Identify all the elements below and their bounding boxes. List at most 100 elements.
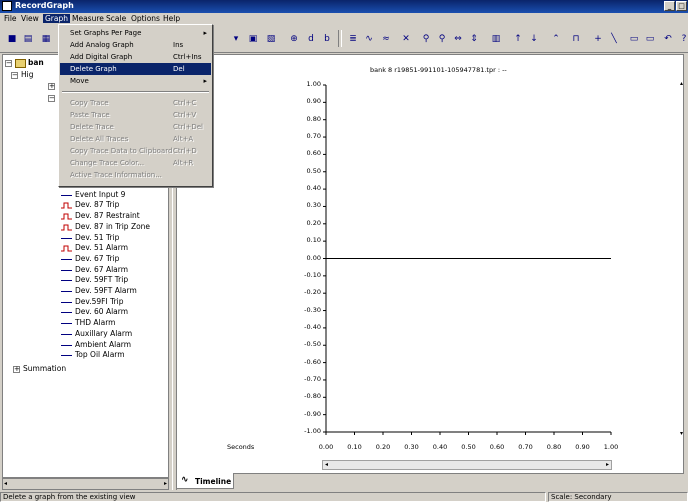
peak-icon[interactable]: ⌃ (548, 31, 564, 46)
tree-item[interactable]: Dev. 87 Restraint (61, 211, 140, 220)
line-tool-icon[interactable]: ╲ (606, 31, 622, 46)
print-icon[interactable]: ▭ (626, 31, 642, 46)
submenu-arrow-icon: ▸ (203, 29, 207, 37)
menu-item[interactable]: Add Digital Graph Ctrl+Ins (60, 51, 211, 63)
menu-options[interactable]: Options (131, 14, 160, 23)
analog-line-icon (61, 288, 72, 294)
menu-item-label: Copy Trace Data to Clipboard (70, 147, 173, 155)
expand-summation-icon[interactable]: + (13, 366, 20, 373)
menu-item-label: Delete All Traces (70, 135, 129, 143)
chart-icon[interactable]: ▣ (245, 31, 261, 46)
tab-timeline[interactable]: ∿ Timeline (176, 473, 234, 489)
menu-help[interactable]: Help (163, 14, 180, 23)
tree-horizontal-scrollbar[interactable]: ◂ ▸ (2, 478, 169, 490)
help-icon[interactable]: ? (676, 31, 688, 46)
scroll-left-icon[interactable]: ◂ (325, 461, 328, 468)
cursor-b-icon[interactable]: b (319, 31, 335, 46)
marker-icon[interactable]: ⊓ (568, 31, 584, 46)
y-tick-label: 0.00 (306, 253, 321, 262)
menu-file[interactable]: File (4, 14, 17, 23)
graph-plot[interactable] (176, 54, 684, 474)
zoom-out-icon[interactable]: ⚲ (434, 31, 450, 46)
scroll-right-icon[interactable]: ▸ (606, 461, 609, 468)
expand-group-icon[interactable]: + (48, 83, 55, 90)
undo-icon[interactable]: ↶ (660, 31, 676, 46)
tree-item-label: Dev. 59FT Alarm (75, 286, 137, 295)
tree-item[interactable]: Dev. 87 Trip (61, 200, 119, 209)
menu-separator (62, 91, 209, 93)
scroll-up-icon[interactable]: ▴ (680, 80, 683, 87)
crosshair-icon[interactable]: ⊕ (286, 31, 302, 46)
tree-item[interactable]: Event Input 9 (61, 190, 125, 199)
tree-item[interactable]: Dev.59FI Trip (61, 297, 124, 306)
minimize-button[interactable]: _ (664, 1, 675, 11)
menu-item-shortcut: Ctrl+D (173, 147, 197, 155)
delete-trace-icon[interactable]: ✕ (398, 31, 414, 46)
tree-item[interactable]: Dev. 67 Alarm (61, 265, 128, 274)
collapse-group-icon[interactable]: − (48, 95, 55, 102)
tree-item[interactable]: Dev. 51 Trip (61, 233, 119, 242)
autoscale-icon[interactable]: ▥ (488, 31, 504, 46)
tree-item[interactable]: Dev. 59FT Trip (61, 275, 128, 284)
zoom-y-icon[interactable]: ⇕ (466, 31, 482, 46)
cursor-d-icon[interactable]: d (303, 31, 319, 46)
menu-item[interactable]: Delete Graph Del (60, 63, 211, 75)
menu-item[interactable]: Add Analog Graph Ins (60, 39, 211, 51)
x-axis-title: Seconds (227, 443, 255, 451)
y-tick-label: 0.60 (306, 149, 321, 158)
cursor-up-icon[interactable]: ↑ (510, 31, 526, 46)
menu-item: Active Trace Information... (60, 169, 211, 181)
tree-item-label: Event Input 9 (75, 189, 126, 199)
graph-horizontal-scrollbar[interactable]: ◂ ▸ (322, 460, 612, 470)
expand-root-icon[interactable]: − (5, 60, 12, 67)
scroll-left-icon[interactable]: ◂ (4, 480, 7, 487)
digital-trace-icon[interactable]: ≈ (378, 31, 394, 46)
menu-item[interactable]: Move ▸ (60, 75, 211, 87)
tree-item-label: Dev. 67 Alarm (75, 264, 129, 274)
add-cursor-icon[interactable]: + (590, 31, 606, 46)
menu-scale[interactable]: Scale (106, 14, 126, 23)
zoom-in-icon[interactable]: ⚲ (418, 31, 434, 46)
analog-line-icon (61, 267, 72, 273)
y-tick-label: 0.50 (306, 166, 321, 175)
scroll-right-icon[interactable]: ▸ (164, 480, 167, 487)
tree-item[interactable]: Top Oil Alarm (61, 350, 125, 359)
tree-item[interactable]: Dev. 59FT Alarm (61, 286, 137, 295)
chart-grid-icon[interactable]: ▧ (263, 31, 279, 46)
tree-summation[interactable]: Summation (23, 364, 66, 373)
menu-view[interactable]: View (21, 14, 39, 23)
y-tick-label: -0.50 (304, 340, 321, 349)
save-icon[interactable]: ■ (4, 31, 20, 46)
tree-item[interactable]: Dev. 60 Alarm (61, 307, 128, 316)
tree-item[interactable]: Auxillary Alarm (61, 329, 132, 338)
cursor-down-icon[interactable]: ↓ (526, 31, 542, 46)
dropdown-arrow-icon[interactable]: ▾ (228, 31, 244, 46)
tree-item[interactable]: THD Alarm (61, 318, 115, 327)
tree-child[interactable]: Hig (21, 70, 33, 79)
toolbar-button-3[interactable]: ▦ (38, 31, 54, 46)
tree-item[interactable]: Dev. 87 in Trip Zone (61, 222, 150, 231)
y-tick-label: 0.70 (306, 132, 321, 141)
x-tick-label: 0.80 (546, 443, 562, 451)
graph-view-icon[interactable]: ▤ (20, 31, 36, 46)
analog-line-icon (61, 331, 72, 337)
zoom-x-icon[interactable]: ⇔ (450, 31, 466, 46)
y-tick-label: -0.30 (304, 305, 321, 314)
analog-line-icon (61, 192, 72, 198)
tree-item[interactable]: Dev. 51 Alarm (61, 243, 128, 252)
y-tick-label: -0.40 (304, 322, 321, 331)
analog-line-icon (61, 352, 72, 358)
menu-item[interactable]: Set Graphs Per Page ▸ (60, 27, 211, 39)
menu-graph[interactable]: Graph (43, 14, 71, 23)
trace-list-icon[interactable]: ≣ (345, 31, 361, 46)
tree-root[interactable]: ban (15, 58, 44, 68)
analog-trace-icon[interactable]: ∿ (361, 31, 377, 46)
scroll-down-icon[interactable]: ▾ (680, 430, 683, 437)
expand-child-icon[interactable]: − (11, 72, 18, 79)
menu-item: Copy Trace Data to Clipboard Ctrl+D (60, 145, 211, 157)
copy-icon[interactable]: ▭ (642, 31, 658, 46)
tree-item[interactable]: Dev. 67 Trip (61, 254, 119, 263)
maximize-button[interactable]: □ (676, 1, 687, 11)
menu-measure[interactable]: Measure (72, 14, 104, 23)
tree-item[interactable]: Ambient Alarm (61, 340, 131, 349)
